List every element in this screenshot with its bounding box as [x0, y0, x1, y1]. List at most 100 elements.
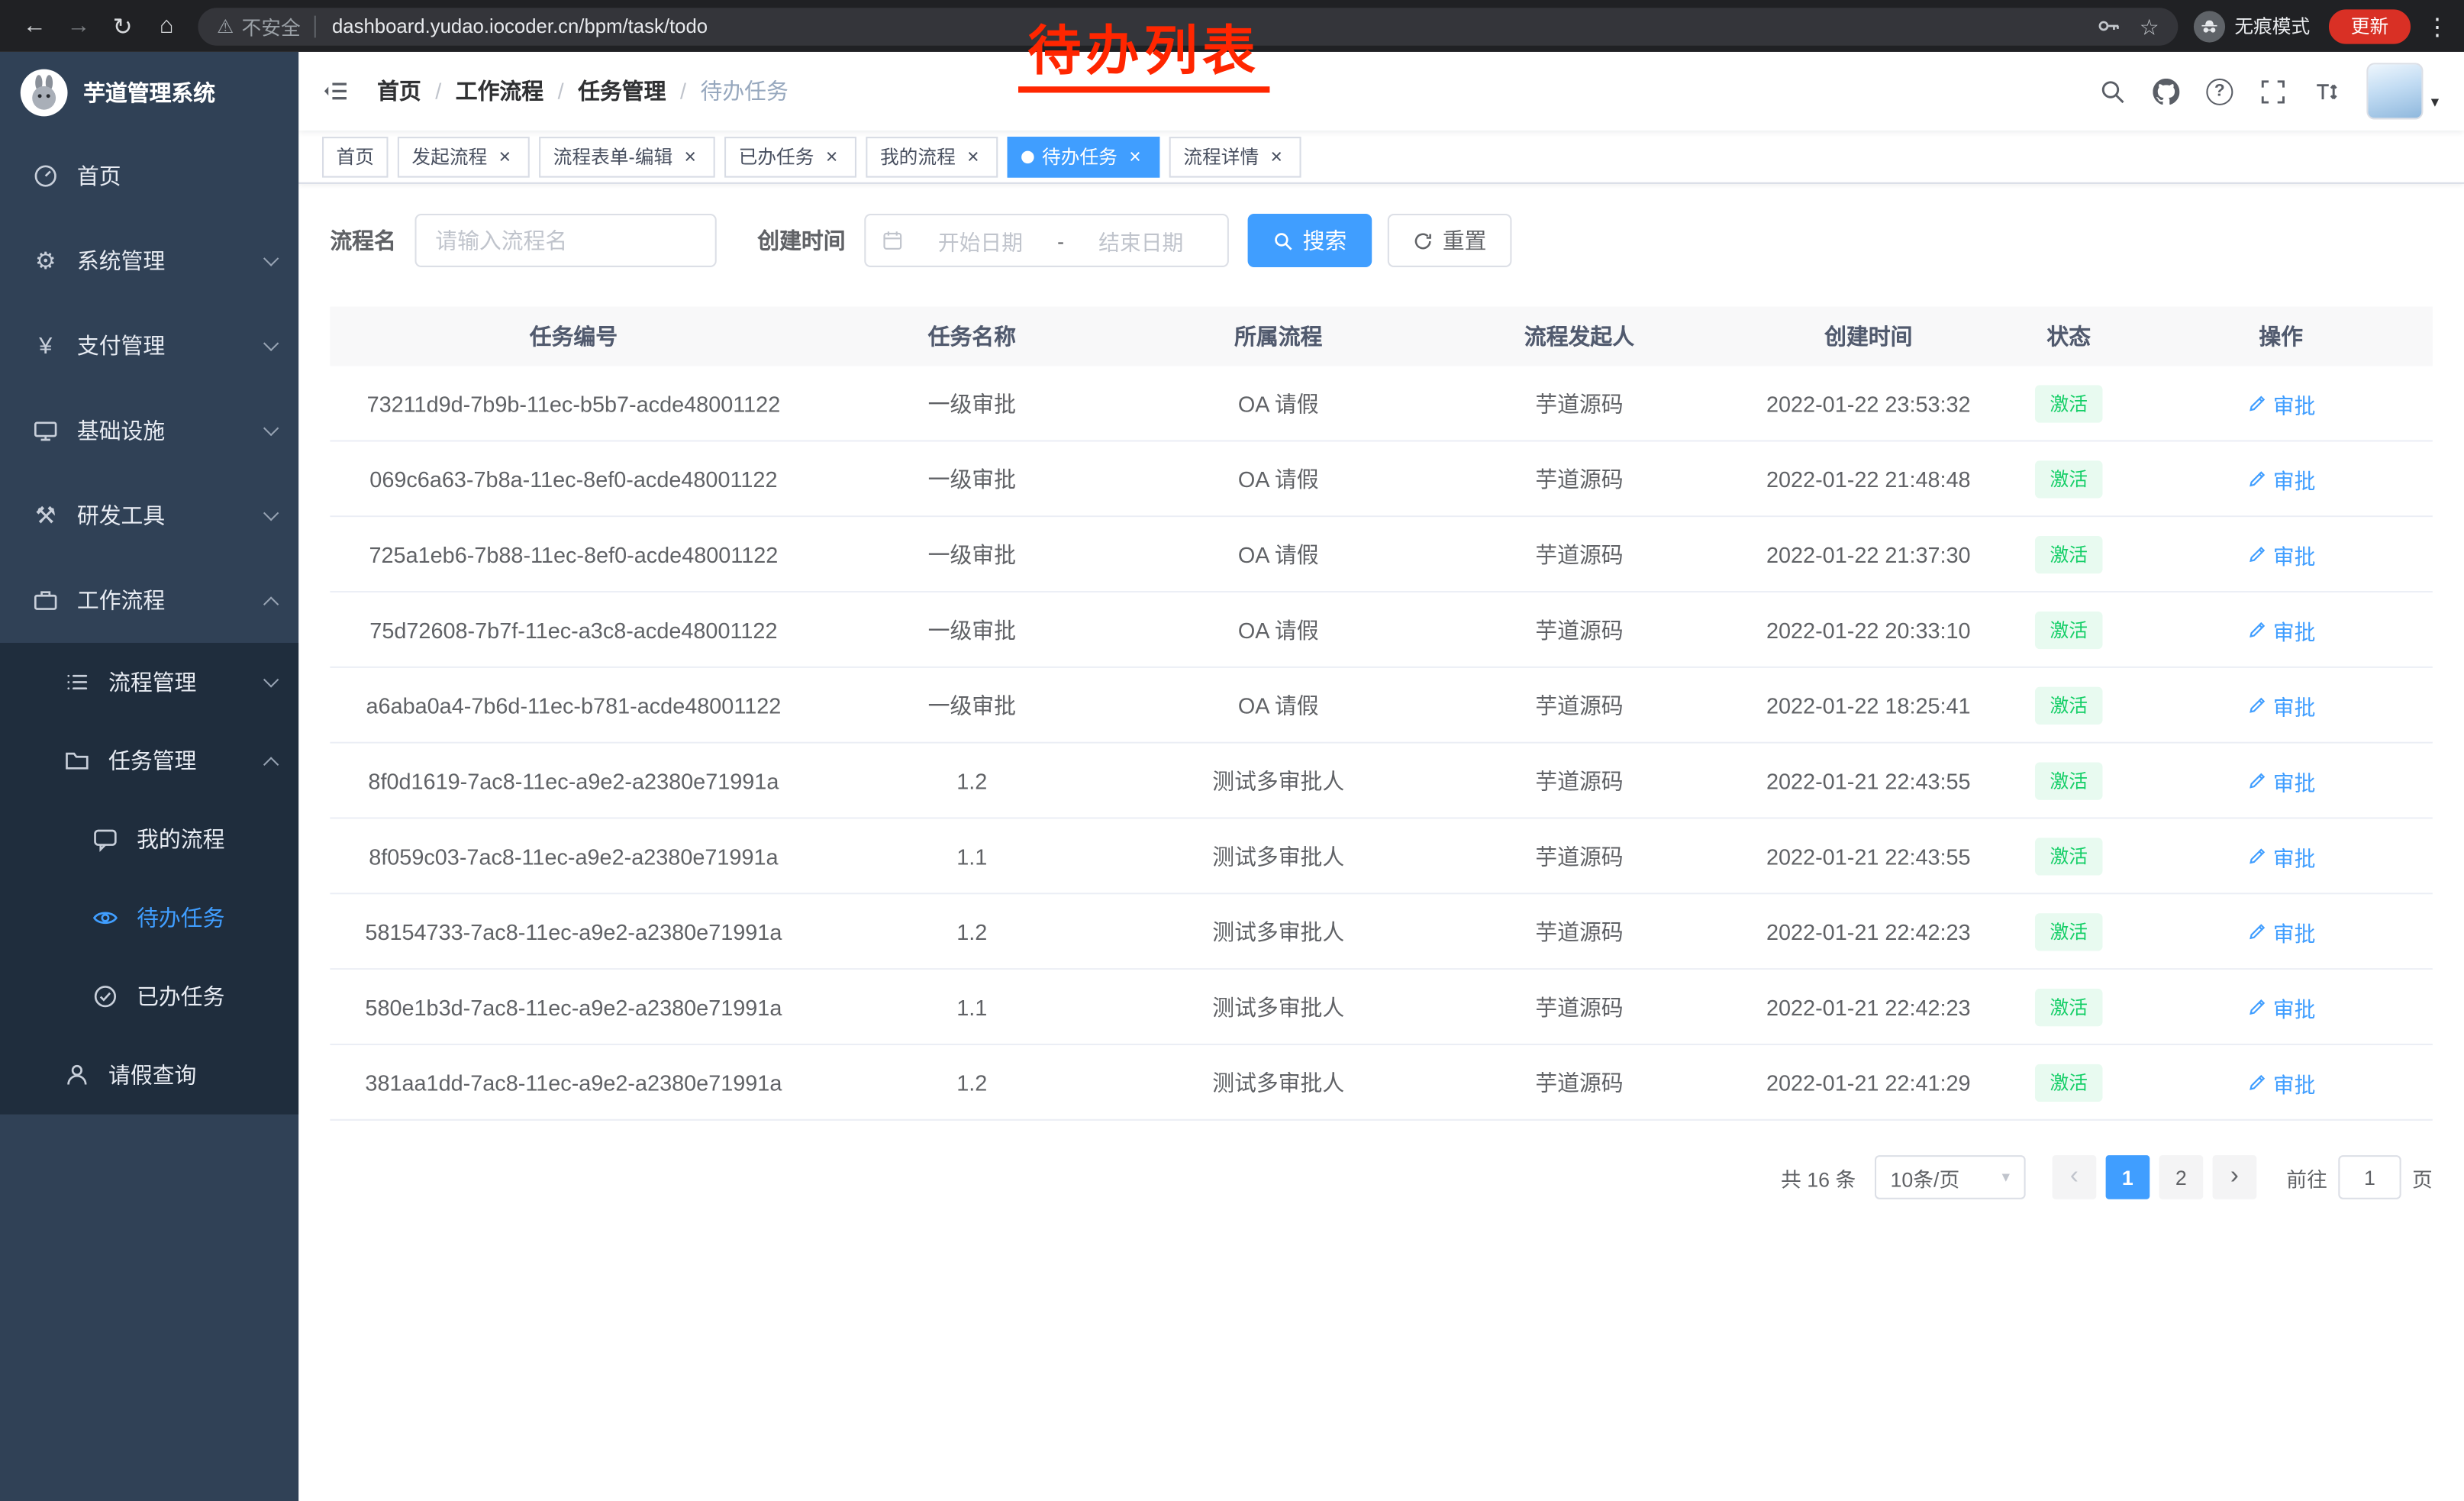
- breadcrumb-separator: /: [680, 79, 686, 104]
- breadcrumb-item[interactable]: 任务管理: [578, 76, 666, 107]
- tab[interactable]: 待办任务 ×: [1008, 136, 1160, 177]
- sidebar-item-home[interactable]: 首页: [0, 134, 298, 218]
- sidebar-item-task-management[interactable]: 任务管理: [0, 721, 298, 800]
- cell-task-id: 8f0d1619-7ac8-11ec-a9e2-a2380e71991a: [330, 768, 817, 793]
- approve-link-label: 审批: [2273, 765, 2316, 796]
- reset-button[interactable]: 重置: [1388, 214, 1512, 267]
- approve-link-label: 审批: [2273, 840, 2316, 871]
- date-range-picker[interactable]: 开始日期 - 结束日期: [864, 214, 1229, 267]
- breadcrumb-item[interactable]: 首页: [377, 76, 421, 107]
- page-number-1[interactable]: 1: [2106, 1155, 2150, 1199]
- approve-link[interactable]: 审批: [2246, 765, 2316, 796]
- process-name-label: 流程名: [330, 224, 395, 256]
- search-button[interactable]: 搜索: [1248, 214, 1372, 267]
- cell-create-time: 2022-01-22 21:37:30: [1729, 541, 2008, 567]
- approve-link[interactable]: 审批: [2246, 991, 2316, 1022]
- browser-update-button[interactable]: 更新: [2329, 8, 2411, 43]
- cell-task-name: 一级审批: [818, 614, 1127, 645]
- approve-link[interactable]: 审批: [2246, 538, 2316, 570]
- range-separator: -: [1057, 229, 1064, 253]
- status-badge: 激活: [2036, 912, 2101, 950]
- approve-link-label: 审批: [2273, 387, 2316, 418]
- next-page-icon[interactable]: ›: [2213, 1155, 2257, 1199]
- tab-close-icon[interactable]: ×: [493, 145, 515, 167]
- sidebar-item-workflow[interactable]: 工作流程: [0, 558, 298, 643]
- gear-icon: ⚙: [31, 247, 60, 275]
- cell-create-time: 2022-01-22 20:33:10: [1729, 617, 2008, 642]
- page-size-select[interactable]: 10条/页 ▾: [1875, 1155, 2026, 1199]
- search-button-label: 搜索: [1303, 224, 1347, 256]
- omnibox-divider: [314, 15, 316, 37]
- tab-close-icon[interactable]: ×: [1124, 145, 1146, 167]
- sidebar-item-payment[interactable]: ¥ 支付管理: [0, 303, 298, 388]
- approve-link-label: 审批: [2273, 538, 2316, 570]
- cell-task-name: 1.2: [818, 918, 1127, 944]
- column-header: 状态: [2008, 321, 2130, 352]
- column-header: 流程发起人: [1430, 321, 1728, 352]
- tab[interactable]: 已办任务 ×: [724, 136, 856, 177]
- approve-link[interactable]: 审批: [2246, 463, 2316, 494]
- tab[interactable]: 流程表单-编辑 ×: [539, 136, 715, 177]
- approve-link[interactable]: 审批: [2246, 689, 2316, 721]
- approve-link[interactable]: 审批: [2246, 387, 2316, 418]
- cell-initiator: 芋道源码: [1430, 765, 1728, 796]
- page-number-2[interactable]: 2: [2159, 1155, 2204, 1199]
- table-row: 8f0d1619-7ac8-11ec-a9e2-a2380e71991a 1.2…: [330, 744, 2433, 819]
- browser-menu-icon[interactable]: ⋮: [2423, 11, 2451, 40]
- app-logo[interactable]: 芋道管理系统: [0, 52, 298, 134]
- incognito-label: 无痕模式: [2234, 12, 2310, 39]
- security-label: 不安全: [242, 11, 301, 40]
- approve-link[interactable]: 审批: [2246, 614, 2316, 645]
- tab-close-icon[interactable]: ×: [821, 145, 843, 167]
- tab-close-icon[interactable]: ×: [962, 145, 984, 167]
- password-key-icon[interactable]: [2097, 15, 2121, 38]
- browser-forward-icon[interactable]: →: [56, 4, 101, 48]
- sidebar-item-system[interactable]: ⚙ 系统管理: [0, 218, 298, 303]
- sidebar-collapse-icon[interactable]: [298, 52, 374, 131]
- status-badge: 激活: [2036, 761, 2101, 799]
- tab[interactable]: 发起流程 ×: [398, 136, 530, 177]
- tab[interactable]: 我的流程 ×: [866, 136, 998, 177]
- browser-back-icon[interactable]: ←: [12, 4, 56, 48]
- cell-task-name: 1.2: [818, 1070, 1127, 1095]
- sidebar-item-process-management[interactable]: 流程管理: [0, 643, 298, 721]
- search-icon[interactable]: [2099, 78, 2126, 105]
- sidebar-item-infrastructure[interactable]: 基础设施: [0, 388, 298, 473]
- prev-page-icon[interactable]: ‹: [2053, 1155, 2097, 1199]
- tab[interactable]: 首页: [322, 136, 388, 177]
- sidebar-item-done-task[interactable]: 已办任务: [0, 957, 298, 1036]
- github-icon[interactable]: [2153, 78, 2179, 105]
- column-header: 所属流程: [1127, 321, 1430, 352]
- tab-close-icon[interactable]: ×: [1265, 145, 1287, 167]
- goto-page-input[interactable]: [2338, 1155, 2401, 1199]
- active-dot-icon: [1021, 150, 1034, 163]
- browser-chrome: ← → ↻ ⌂ ⚠ 不安全 dashboard.yudao.iocoder.cn…: [0, 0, 2464, 52]
- breadcrumb-item-current: 待办任务: [700, 76, 788, 107]
- cell-task-name: 1.2: [818, 768, 1127, 793]
- help-icon[interactable]: ?: [2206, 78, 2233, 105]
- tabs-bar: 首页 发起流程 × 流程表单-编辑 × 已办任务 × 我的流程: [298, 131, 2464, 184]
- approve-link[interactable]: 审批: [2246, 1067, 2316, 1098]
- sidebar-item-todo-task[interactable]: 待办任务: [0, 879, 298, 957]
- process-name-input[interactable]: [414, 214, 716, 267]
- fullscreen-icon[interactable]: [2259, 78, 2286, 105]
- breadcrumb-item[interactable]: 工作流程: [456, 76, 543, 107]
- sidebar-item-my-process[interactable]: 我的流程: [0, 800, 298, 879]
- approve-link[interactable]: 审批: [2246, 915, 2316, 947]
- font-size-icon[interactable]: [2313, 78, 2340, 105]
- cell-process: OA 请假: [1127, 689, 1430, 721]
- chevron-down-icon: [263, 336, 279, 351]
- bookmark-star-icon[interactable]: ☆: [2140, 15, 2159, 37]
- goto-page: 前往 页: [2286, 1155, 2433, 1199]
- table-row: 381aa1dd-7ac8-11ec-a9e2-a2380e71991a 1.2…: [330, 1045, 2433, 1121]
- browser-reload-icon[interactable]: ↻: [101, 4, 145, 48]
- sidebar-item-devtools[interactable]: ⚒ 研发工具: [0, 473, 298, 558]
- status-badge: 激活: [2036, 384, 2101, 421]
- approve-link[interactable]: 审批: [2246, 840, 2316, 871]
- tab-close-icon[interactable]: ×: [679, 145, 701, 167]
- browser-home-icon[interactable]: ⌂: [144, 4, 189, 48]
- sidebar-item-leave-query[interactable]: 请假查询: [0, 1036, 298, 1115]
- user-avatar[interactable]: ▾: [2366, 63, 2439, 119]
- tab[interactable]: 流程详情 ×: [1169, 136, 1301, 177]
- breadcrumb-separator: /: [558, 79, 564, 104]
